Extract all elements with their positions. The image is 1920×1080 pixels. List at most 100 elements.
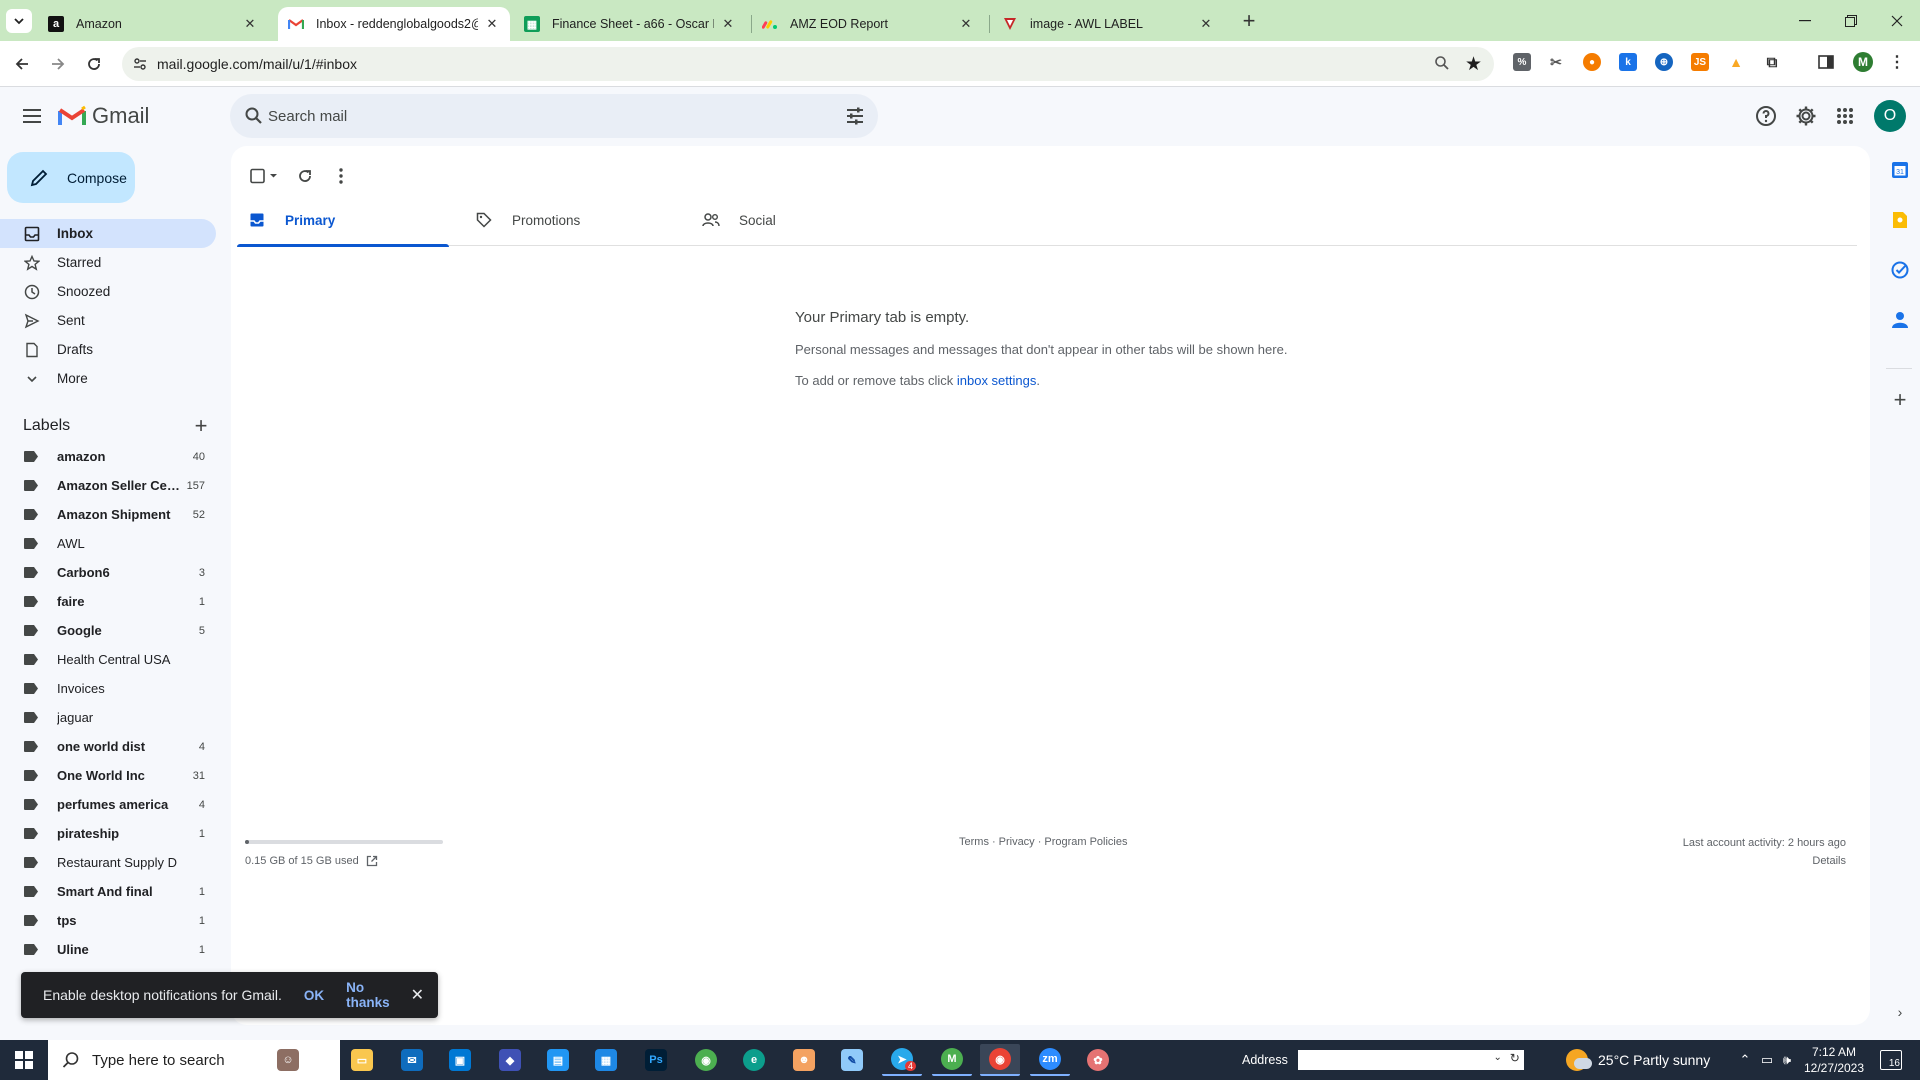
address-bar[interactable]: mail.google.com/mail/u/1/#inbox ★ [122,47,1494,81]
nav-item-snoozed[interactable]: Snoozed [0,277,216,306]
forward-button[interactable] [44,50,72,78]
label-item[interactable]: Invoices [0,674,216,703]
browser-profile-avatar[interactable]: M [1853,52,1873,72]
snackbar-no-thanks-button[interactable]: No thanks [346,980,410,1010]
photoshop-app-icon[interactable]: Ps [636,1044,676,1076]
nav-item-drafts[interactable]: Drafts [0,335,216,364]
coupon-extension-icon[interactable]: % [1513,53,1531,71]
details-link[interactable]: Details [1683,852,1846,870]
chrome-app-icon[interactable]: ◉ [686,1044,726,1076]
nav-item-sent[interactable]: Sent [0,306,216,335]
tab-primary[interactable]: Primary [237,194,449,247]
paint-app-icon[interactable]: ✿ [1078,1044,1118,1076]
label-item[interactable]: Carbon6 3 [0,558,216,587]
tasks-icon[interactable] [1890,260,1910,280]
privacy-link[interactable]: Privacy [999,836,1035,848]
address-input[interactable]: ⌄ ↻ [1297,1050,1524,1070]
browser-menu-icon[interactable]: ⋮ [1888,53,1906,71]
browser-tab-finance-sheet[interactable]: ▦ Finance Sheet - a66 - Oscar Reddy ✕ [514,7,746,41]
chevron-right-icon[interactable]: › [1890,1002,1910,1022]
cortana-character-icon[interactable]: ☺ [268,1044,308,1076]
label-item[interactable]: pirateship 1 [0,819,216,848]
label-item[interactable]: jaguar [0,703,216,732]
close-icon[interactable]: ✕ [484,16,500,32]
label-item[interactable]: perfumes america 4 [0,790,216,819]
globe-extension-icon[interactable]: ⊕ [1655,53,1673,71]
tab-social[interactable]: Social [691,194,903,246]
browser-tab-amazon[interactable]: a Amazon ✕ [38,7,268,41]
side-panel-icon[interactable] [1817,53,1835,71]
refresh-button[interactable] [289,160,321,192]
tab-search-button[interactable] [6,9,32,33]
nav-item-more[interactable]: More [0,364,216,393]
mail-app-icon[interactable]: ✉ [392,1044,432,1076]
label-item[interactable]: One World Inc 31 [0,761,216,790]
nav-item-inbox[interactable]: Inbox [0,219,216,248]
label-item[interactable]: faire 1 [0,587,216,616]
settings-button[interactable] [1793,103,1819,129]
telegram-app-icon[interactable]: ➤ 4 [882,1044,922,1076]
apps-button[interactable] [1832,103,1858,129]
site-info-icon[interactable] [132,56,148,72]
go-icon[interactable]: ↻ [1510,1051,1520,1065]
browser-tab-gmail[interactable]: Inbox - reddenglobalgoods2@gmail.com ✕ [278,7,510,41]
close-icon[interactable]: ✕ [720,16,736,32]
js-extension-icon[interactable]: JS [1691,53,1709,71]
back-button[interactable] [8,50,36,78]
terms-link[interactable]: Terms [959,836,989,848]
extensions-puzzle-icon[interactable]: ⧉ [1763,53,1781,71]
search-input[interactable] [268,102,808,130]
nav-item-starred[interactable]: Starred [0,248,216,277]
chart-extension-icon[interactable]: ▲ [1727,53,1745,71]
compose-button[interactable]: Compose [7,152,135,203]
close-window-button[interactable] [1874,0,1920,41]
search-icon[interactable] [244,106,264,129]
keep-icon[interactable] [1890,210,1910,230]
browser-tab-awl-label[interactable]: image - AWL LABEL ✕ [992,7,1224,41]
label-item[interactable]: Amazon Seller Central 157 [0,471,216,500]
open-external-icon[interactable] [366,855,378,867]
zoom-app-icon[interactable]: zm [1030,1044,1070,1076]
label-item[interactable]: one world dist 4 [0,732,216,761]
close-icon[interactable]: ✕ [242,16,258,32]
gmail-logo[interactable]: Gmail [58,103,149,129]
label-item[interactable]: Google 5 [0,616,216,645]
store-app-icon[interactable]: ▣ [440,1044,480,1076]
snackbar-ok-button[interactable]: OK [304,988,324,1003]
photos-app-icon[interactable]: ◆ [490,1044,530,1076]
game-app-icon[interactable]: ☻ [784,1044,824,1076]
close-icon[interactable]: ✕ [958,16,974,32]
chevron-up-icon[interactable]: ⌃ [1734,1040,1756,1080]
label-item[interactable]: Amazon Shipment 52 [0,500,216,529]
calculator-app-icon[interactable]: ▦ [586,1044,626,1076]
zoom-icon[interactable] [1434,55,1450,74]
restore-button[interactable] [1828,0,1874,41]
edge-app-icon[interactable]: e [734,1044,774,1076]
label-item[interactable]: amazon 40 [0,442,216,471]
file-explorer-icon[interactable]: ▭ [342,1044,382,1076]
label-item[interactable]: Uline 1 [0,935,216,964]
calendar-icon[interactable]: 31 [1890,160,1910,180]
weather-widget[interactable]: 25°C Partly sunny [1566,1040,1710,1080]
inbox-settings-link[interactable]: inbox settings [957,373,1037,388]
terminal-app-icon[interactable]: ▤ [538,1044,578,1076]
add-label-button[interactable]: + [191,413,211,439]
label-item[interactable]: Restaurant Supply D [0,848,216,877]
label-item[interactable]: Smart And final 1 [0,877,216,906]
program-policies-link[interactable]: Program Policies [1044,836,1127,848]
system-clock[interactable]: 7:12 AM 12/27/2023 [1796,1044,1872,1076]
notification-center-icon[interactable]: 16 [1880,1050,1902,1070]
close-icon[interactable]: ✕ [411,985,424,1005]
chrome-profile-active-icon[interactable]: ◉ [980,1044,1020,1076]
bookmark-star-icon[interactable]: ★ [1465,53,1482,76]
label-item[interactable]: tps 1 [0,906,216,935]
browser-tab-amz-eod[interactable]: AMZ EOD Report ✕ [752,7,984,41]
chevron-down-icon[interactable]: ⌄ [1493,1052,1501,1063]
main-menu-button[interactable] [20,104,44,128]
tools-extension-icon[interactable]: ✂ [1547,53,1565,71]
more-options-button[interactable] [325,160,357,192]
label-item[interactable]: AWL [0,529,216,558]
contacts-icon[interactable] [1890,310,1910,330]
label-item[interactable]: Health Central USA [0,645,216,674]
keepa-extension-icon[interactable]: k [1619,53,1637,71]
